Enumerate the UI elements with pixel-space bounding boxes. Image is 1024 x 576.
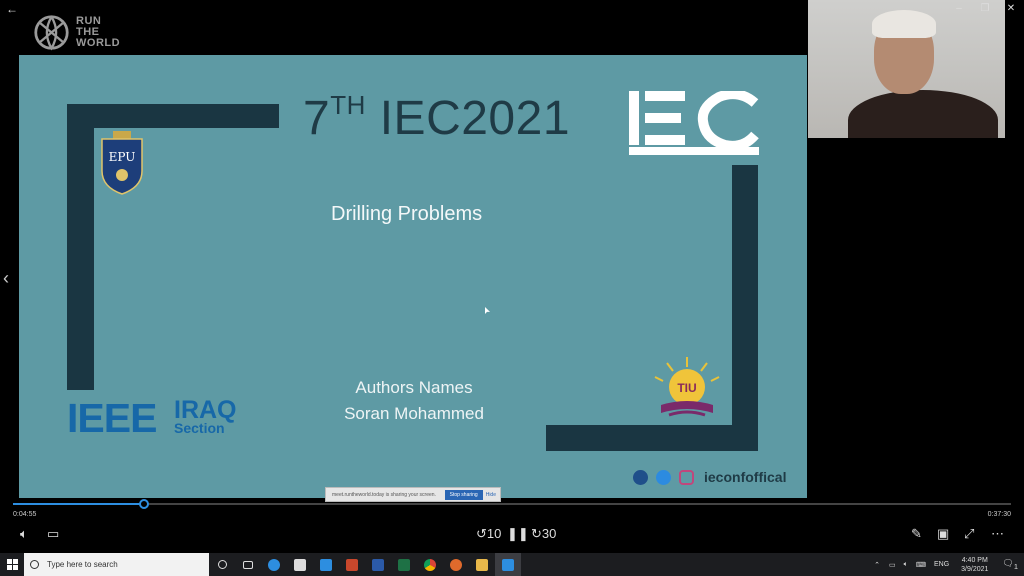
iec-logo-subtitle xyxy=(629,147,759,155)
iraq-section-logo: IRAQ Section xyxy=(174,396,237,436)
windows-taskbar: Type here to search ⌃ ▭ 🔈︎ ⌨ ENG 4:40 PM… xyxy=(0,553,1024,576)
notification-center-icon[interactable]: 🗨︎1 xyxy=(1002,558,1018,571)
forward-button[interactable]: ↻30 xyxy=(531,526,556,542)
taskbar-search-box[interactable]: Type here to search xyxy=(24,553,209,576)
slide-title: 7TH IEC2021 xyxy=(303,90,571,145)
fullscreen-icon[interactable]: ⤢ xyxy=(964,526,974,542)
chevron-left-icon[interactable]: ‹ xyxy=(3,268,9,289)
social-handle: ieconfoffical xyxy=(704,469,787,485)
keyboard-icon[interactable]: ⌨ xyxy=(916,561,926,569)
social-links: ieconfoffical xyxy=(633,469,786,485)
frame-bar xyxy=(67,104,279,128)
windows-logo-icon xyxy=(6,559,18,570)
search-icon xyxy=(30,560,39,569)
tiu-logo: TIU xyxy=(654,357,720,417)
excel-icon[interactable] xyxy=(391,553,417,576)
task-view-icon[interactable] xyxy=(235,553,261,576)
cortana-icon[interactable] xyxy=(209,553,235,576)
logo-text: RUN THE WORLD xyxy=(76,15,121,49)
minimize-button[interactable]: – xyxy=(946,0,972,18)
store-icon[interactable] xyxy=(287,553,313,576)
ieee-logo: IEEE xyxy=(67,395,157,441)
mail-icon[interactable] xyxy=(313,553,339,576)
restore-button[interactable]: ❐ xyxy=(972,0,998,18)
system-tray: ⌃ ▭ 🔈︎ ⌨ ENG 4:40 PM 3/9/2021 🗨︎1 xyxy=(869,553,1024,576)
hide-link[interactable]: Hide xyxy=(486,492,496,498)
speaker-webcam-feed xyxy=(808,0,1005,138)
captions-icon[interactable]: ▭ xyxy=(47,526,59,542)
language-indicator[interactable]: ENG xyxy=(934,561,949,568)
chrome-icon[interactable] xyxy=(417,553,443,576)
word-icon[interactable] xyxy=(365,553,391,576)
authors-label: Authors Names xyxy=(355,378,473,397)
seek-bar-progress xyxy=(13,503,144,505)
more-options-icon[interactable]: ⋯ xyxy=(991,526,1004,542)
screen-share-notification: meet.runtheworld.today is sharing your s… xyxy=(325,487,501,502)
slide-subtitle: Drilling Problems xyxy=(331,203,483,225)
twitter-icon xyxy=(656,469,671,485)
pause-button[interactable]: ❚❚ xyxy=(507,526,529,542)
app-logo: RUN THE WORLD xyxy=(33,14,120,51)
frame-bar xyxy=(67,104,94,390)
epu-logo: EPU xyxy=(101,131,143,195)
seek-bar[interactable] xyxy=(13,499,1011,509)
video-player: ← RUN THE WORLD 7TH IEC2021 EPU Drilling… xyxy=(0,0,1024,553)
close-button[interactable]: ✕ xyxy=(998,0,1024,18)
back-arrow-icon[interactable]: ← xyxy=(6,2,18,16)
powerpoint-icon[interactable] xyxy=(339,553,365,576)
volume-icon[interactable]: 🔈︎ xyxy=(20,526,28,542)
stop-sharing-button[interactable]: Stop sharing xyxy=(444,489,483,500)
movies-tv-icon[interactable] xyxy=(495,553,521,576)
search-placeholder: Type here to search xyxy=(47,560,118,569)
seek-bar-thumb[interactable] xyxy=(138,499,149,509)
svg-text:EPU: EPU xyxy=(109,150,136,164)
current-time: 0:04:55 xyxy=(13,511,37,518)
svg-text:TIU: TIU xyxy=(677,381,696,395)
chevron-up-icon[interactable]: ⌃ xyxy=(874,561,880,569)
presentation-slide: 7TH IEC2021 EPU Drilling Problems Author… xyxy=(19,55,807,498)
globe-icon xyxy=(34,15,69,51)
frame-bar xyxy=(732,165,758,451)
total-time: 0:37:30 xyxy=(987,511,1011,518)
author-name: Soran Mohammed xyxy=(344,404,484,423)
file-explorer-icon[interactable] xyxy=(469,553,495,576)
mini-view-icon[interactable]: ▣ xyxy=(937,526,949,542)
system-clock[interactable]: 4:40 PM 3/9/2021 xyxy=(961,556,988,574)
paint-icon[interactable] xyxy=(443,553,469,576)
authors-block: Authors Names Soran Mohammed xyxy=(309,375,519,427)
start-button[interactable] xyxy=(0,553,24,576)
volume-tray-icon[interactable]: 🔈︎ xyxy=(904,561,908,569)
facebook-icon xyxy=(633,469,648,485)
share-message: meet.runtheworld.today is sharing your s… xyxy=(332,491,436,498)
window-controls: – ❐ ✕ xyxy=(946,0,1024,18)
rewind-button[interactable]: ↺10 xyxy=(476,526,501,542)
mouse-cursor-icon xyxy=(485,307,490,314)
edit-icon[interactable]: ✎ xyxy=(911,526,922,542)
instagram-icon xyxy=(679,469,694,485)
frame-bar xyxy=(546,425,758,451)
network-icon[interactable]: ▭ xyxy=(889,561,896,569)
edge-icon[interactable] xyxy=(261,553,287,576)
